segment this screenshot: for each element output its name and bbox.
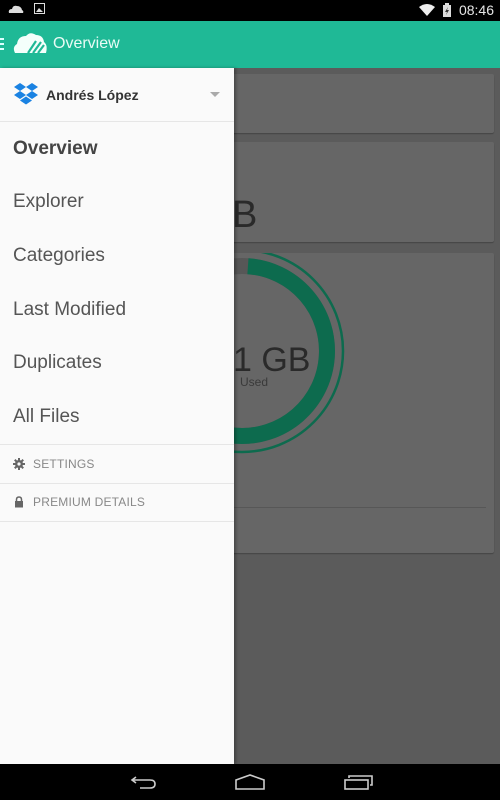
lock-icon bbox=[15, 496, 23, 508]
wifi-icon bbox=[418, 4, 435, 16]
nav-item-all-files[interactable]: All Files bbox=[0, 390, 234, 444]
recents-button[interactable] bbox=[344, 774, 374, 790]
app-bar: Overview bbox=[0, 21, 500, 68]
image-notification-icon bbox=[34, 3, 45, 14]
gear-icon bbox=[13, 457, 25, 470]
card-divider bbox=[204, 507, 486, 508]
menu-icon[interactable] bbox=[0, 38, 5, 53]
dropbox-icon bbox=[14, 83, 38, 105]
account-switcher[interactable]: Andrés López bbox=[0, 68, 234, 122]
nav-item-label: Overview bbox=[13, 137, 98, 159]
usage-caption-fragment: Used bbox=[240, 375, 269, 389]
back-button[interactable] bbox=[130, 774, 158, 790]
premium-details-label: PREMIUM DETAILS bbox=[33, 495, 146, 510]
app-logo-icon[interactable] bbox=[12, 31, 48, 55]
nav-item-categories[interactable]: Categories bbox=[0, 229, 234, 283]
nav-item-duplicates[interactable]: Duplicates bbox=[0, 336, 234, 390]
home-button[interactable] bbox=[235, 774, 265, 790]
status-bar: 08:46 bbox=[0, 0, 500, 21]
premium-details-item[interactable]: PREMIUM DETAILS bbox=[0, 482, 234, 522]
app-title: Overview bbox=[53, 35, 120, 52]
nav-item-label: Duplicates bbox=[13, 352, 102, 374]
account-name: Andrés López bbox=[46, 87, 139, 103]
nav-item-explorer[interactable]: Explorer bbox=[0, 176, 234, 230]
system-nav-bar bbox=[0, 764, 500, 800]
nav-item-overview[interactable]: Overview bbox=[0, 122, 234, 176]
settings-label: SETTINGS bbox=[33, 456, 95, 471]
nav-item-label: Categories bbox=[13, 244, 105, 266]
nav-item-label: Explorer bbox=[13, 191, 84, 213]
chevron-down-icon[interactable] bbox=[210, 92, 220, 97]
nav-item-label: Last Modified bbox=[13, 298, 127, 320]
nav-item-last-modified[interactable]: Last Modified bbox=[0, 283, 234, 337]
storage-value-fragment: B bbox=[232, 194, 258, 236]
navigation-drawer: Andrés López Overview Explorer Categorie… bbox=[0, 68, 234, 764]
settings-item[interactable]: SETTINGS bbox=[0, 443, 234, 483]
nav-item-label: All Files bbox=[13, 405, 80, 427]
cloud-notification-icon bbox=[8, 5, 24, 13]
status-time: 08:46 bbox=[458, 2, 494, 18]
battery-charging-icon bbox=[442, 3, 451, 17]
